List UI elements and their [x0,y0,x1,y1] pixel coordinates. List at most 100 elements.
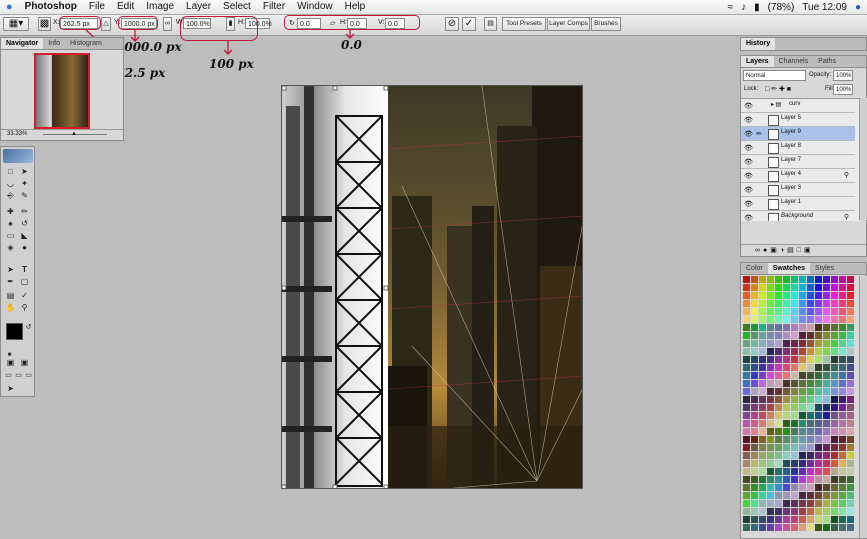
swatch[interactable] [759,460,766,467]
swatch[interactable] [815,484,822,491]
swatch[interactable] [799,396,806,403]
swatch[interactable] [807,444,814,451]
swatch[interactable] [799,404,806,411]
swatch[interactable] [799,468,806,475]
swatch[interactable] [743,284,750,291]
swatch[interactable] [799,500,806,507]
swatch[interactable] [831,476,838,483]
zoom-slider-handle[interactable]: ▲ [71,131,77,137]
tab-styles[interactable]: Styles [810,263,839,274]
swatch[interactable] [799,484,806,491]
zoom-tool-icon[interactable]: ⚲ [19,303,30,313]
swatch[interactable] [815,428,822,435]
swatch[interactable] [767,444,774,451]
swatch[interactable] [831,492,838,499]
swatch[interactable] [767,524,774,531]
swatch[interactable] [839,396,846,403]
swatch[interactable] [815,300,822,307]
tab-paths[interactable]: Paths [813,56,841,67]
visibility-eye-icon[interactable]: 👁 [744,186,753,194]
swatch[interactable] [847,476,854,483]
swatch[interactable] [791,276,798,283]
swatch[interactable] [807,524,814,531]
swatch[interactable] [791,348,798,355]
swatch[interactable] [847,316,854,323]
swatch[interactable] [807,340,814,347]
swatch[interactable] [791,460,798,467]
swatch[interactable] [847,492,854,499]
swatch[interactable] [831,500,838,507]
swatch[interactable] [767,436,774,443]
swatch[interactable] [799,452,806,459]
layer-row-layer-8[interactable]: 👁 Layer 8 [741,141,855,155]
swatch[interactable] [823,452,830,459]
swatch[interactable] [847,324,854,331]
history-brush-icon[interactable]: ↺ [19,219,30,229]
lock-icons[interactable]: □ ✏ ✚ ■ [765,85,791,93]
swatch[interactable] [847,388,854,395]
swatch[interactable] [751,428,758,435]
swatch[interactable] [831,388,838,395]
swatch[interactable] [743,340,750,347]
add-mask-icon[interactable]: ▣ [770,247,780,254]
swatch[interactable] [783,500,790,507]
swatch[interactable] [839,452,846,459]
swatch[interactable] [759,500,766,507]
swatch[interactable] [799,348,806,355]
swatch[interactable] [815,348,822,355]
swatch[interactable] [751,356,758,363]
swatch[interactable] [759,452,766,459]
swatch[interactable] [823,500,830,507]
swatch[interactable] [775,444,782,451]
swatch[interactable] [799,364,806,371]
swatch[interactable] [799,476,806,483]
swatch[interactable] [815,404,822,411]
swatch[interactable] [759,308,766,315]
swatch[interactable] [767,484,774,491]
swatch[interactable] [743,476,750,483]
swatch[interactable] [759,348,766,355]
document-canvas[interactable] [281,85,583,489]
swatch[interactable] [775,404,782,411]
swatch[interactable] [823,324,830,331]
swatch[interactable] [831,348,838,355]
swatch[interactable] [791,364,798,371]
swatch[interactable] [759,476,766,483]
swatch[interactable] [815,340,822,347]
swatch[interactable] [831,324,838,331]
swatch[interactable] [831,332,838,339]
swatch[interactable] [799,444,806,451]
visibility-eye-icon[interactable]: 👁 [744,214,753,221]
adobe-logo[interactable] [3,149,33,163]
swatch[interactable] [831,316,838,323]
swatch[interactable] [743,316,750,323]
swatch[interactable] [783,444,790,451]
swatch[interactable] [743,380,750,387]
swatch[interactable] [847,292,854,299]
swatch[interactable] [791,468,798,475]
swatch[interactable] [783,380,790,387]
swatch[interactable] [775,316,782,323]
swatch[interactable] [799,492,806,499]
swatch[interactable] [751,340,758,347]
swatch[interactable] [775,292,782,299]
swatch[interactable] [767,284,774,291]
swatch[interactable] [751,444,758,451]
swatch[interactable] [815,380,822,387]
navigator-preview[interactable] [34,53,90,129]
swatch[interactable] [743,508,750,515]
layer-row-layer-4[interactable]: 👁 Layer 4 ⚲ [741,169,855,183]
swap-colors-icon[interactable]: ↺ [23,323,34,333]
swatch[interactable] [799,380,806,387]
swatch[interactable] [847,340,854,347]
swatch[interactable] [831,340,838,347]
swatch[interactable] [839,364,846,371]
visibility-eye-icon[interactable]: 👁 [744,130,753,138]
swatch[interactable] [823,372,830,379]
swatch[interactable] [775,436,782,443]
swatch[interactable] [847,380,854,387]
swatch[interactable] [823,292,830,299]
swatch[interactable] [831,300,838,307]
swatch[interactable] [839,516,846,523]
swatch[interactable] [847,428,854,435]
